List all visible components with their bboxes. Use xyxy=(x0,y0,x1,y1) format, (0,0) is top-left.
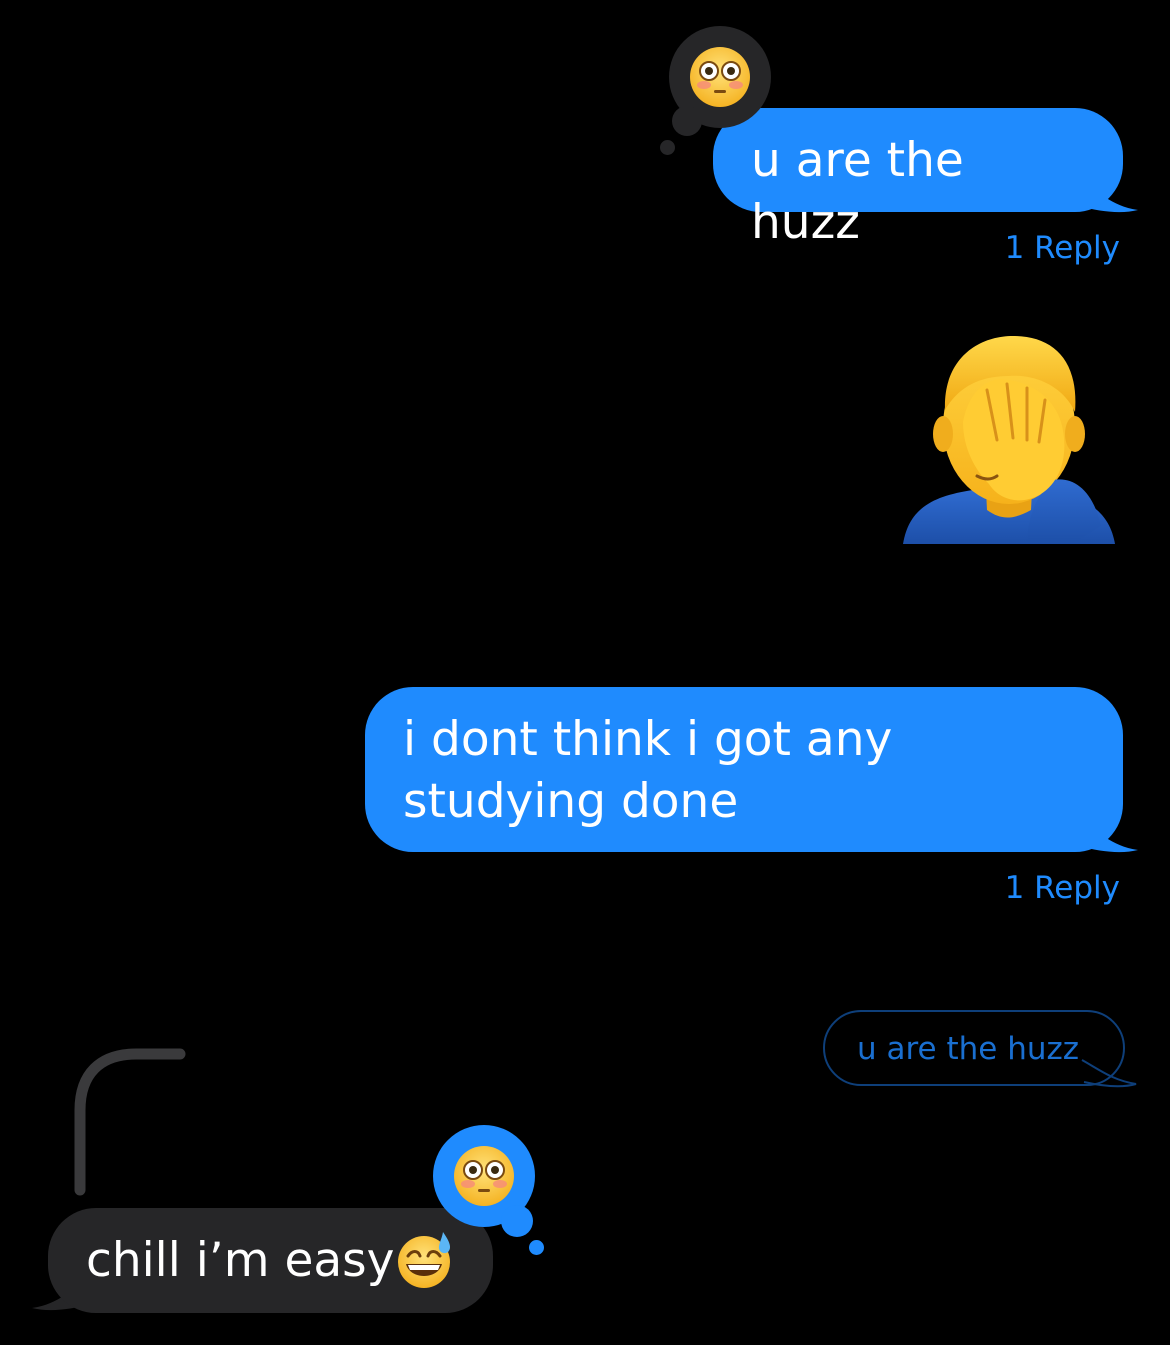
quoted-message-bubble[interactable]: u are the huzz xyxy=(823,1010,1125,1086)
message-bubble-received[interactable]: chill i’m easy xyxy=(48,1208,493,1313)
tapback-tail-dot-small xyxy=(660,140,675,155)
reply-thread-line xyxy=(74,1048,186,1196)
message-bubble-sent[interactable]: i dont think i got any studying done xyxy=(365,687,1123,852)
grinning-face-with-sweat-icon xyxy=(398,1232,451,1288)
quoted-message-text: u are the huzz xyxy=(857,1031,1080,1067)
message-text: chill i’m easy xyxy=(86,1233,395,1288)
message-text: i dont think i got any studying done xyxy=(403,712,893,829)
tapback-tail-dot-small xyxy=(529,1240,544,1255)
reply-count-link[interactable]: 1 Reply xyxy=(900,868,1120,908)
reply-count-link[interactable]: 1 Reply xyxy=(900,228,1120,268)
man-facepalming-icon[interactable] xyxy=(903,330,1115,544)
flushed-face-icon xyxy=(690,47,750,107)
message-bubble-sent[interactable]: u are the huzz xyxy=(713,108,1123,250)
tapback-tail-dot-large xyxy=(672,106,702,136)
flushed-face-icon xyxy=(454,1146,514,1206)
tapback-tail-dot-large xyxy=(501,1205,533,1237)
